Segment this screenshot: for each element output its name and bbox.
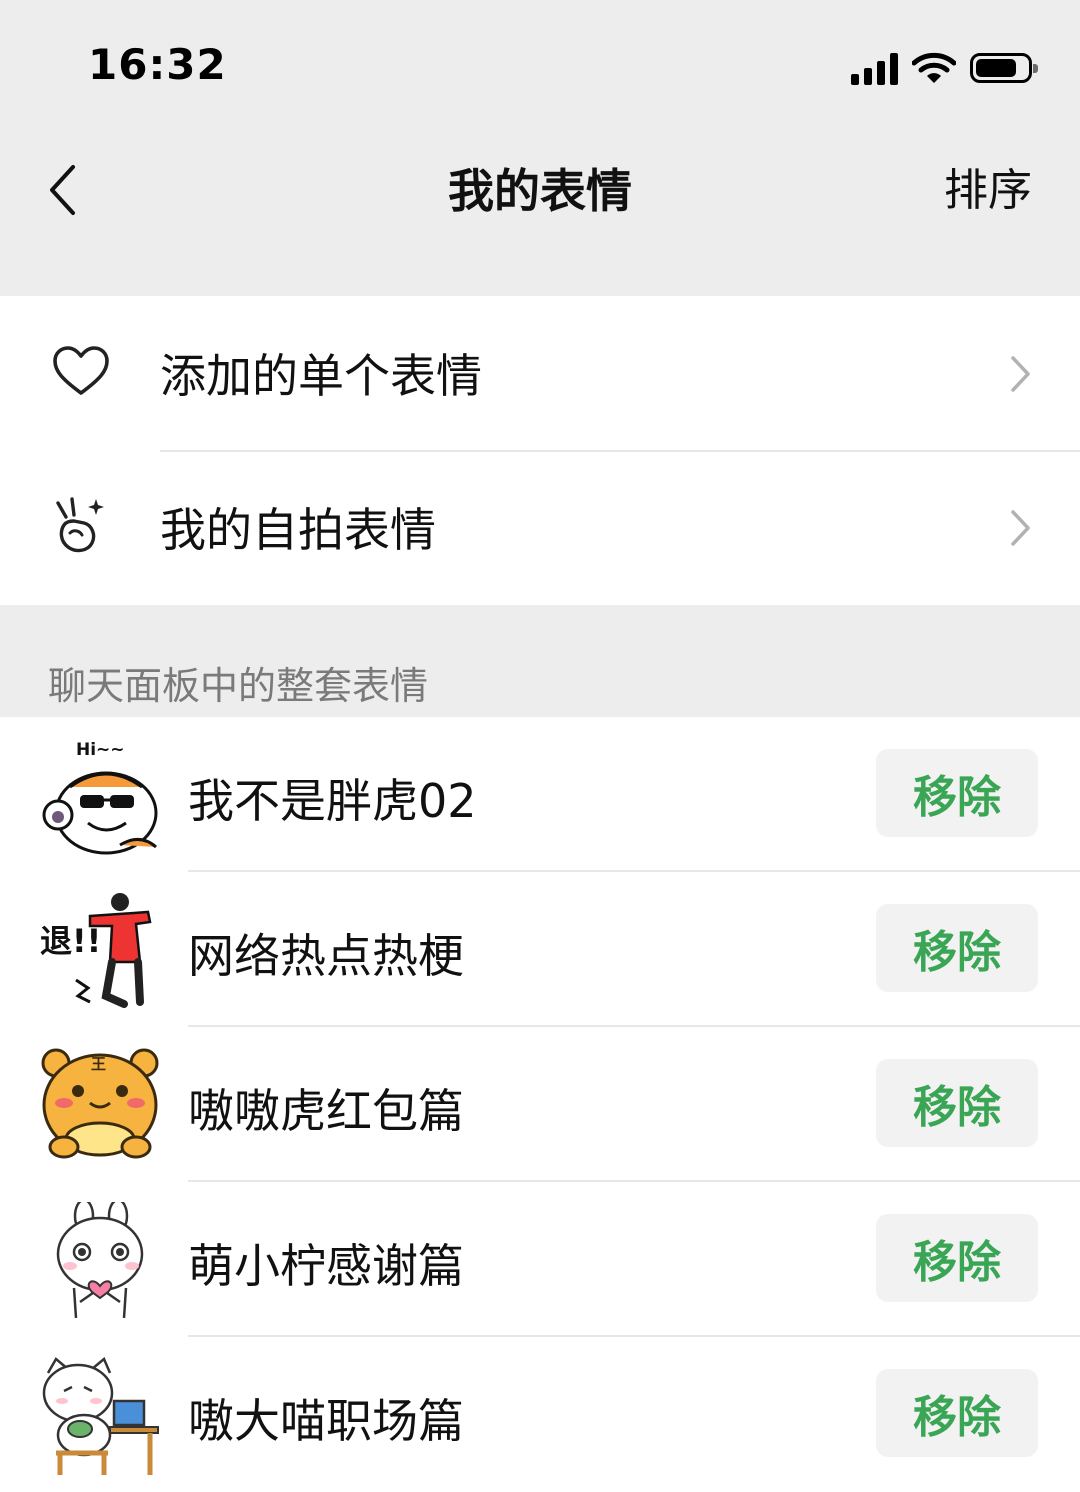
sticker-pack-row[interactable]: 嗷大喵职场篇 移除	[0, 1337, 1080, 1492]
sort-button[interactable]: 排序	[944, 160, 1032, 222]
sticker-pack-row[interactable]: 退!! 网络热点热梗 移除	[0, 872, 1080, 1027]
chevron-right-icon	[1011, 510, 1030, 546]
svg-text:Hi~~: Hi~~	[76, 740, 125, 760]
section-header: 聊天面板中的整套表情	[0, 605, 1080, 717]
battery-icon	[970, 53, 1038, 83]
sticker-pack-row[interactable]: 萌小柠感谢篇 移除	[0, 1182, 1080, 1337]
status-time: 16:32	[88, 40, 227, 89]
status-icons	[851, 48, 1038, 88]
top-bar: 16:32 我的表情 排序	[0, 0, 1080, 296]
remove-button[interactable]: 移除	[876, 904, 1038, 992]
menu-item-selfie-stickers[interactable]: 我的自拍表情	[0, 450, 1080, 604]
sticker-pack-name: 嗷大喵职场篇	[188, 1394, 464, 1448]
menu-item-label: 添加的单个表情	[160, 349, 482, 403]
sticker-pack-row[interactable]: Hi~~ 我不是胖虎02 移除	[0, 717, 1080, 872]
sticker-pack-name: 萌小柠感谢篇	[188, 1239, 464, 1293]
dancing-man-sticker-thumbnail: 退!!	[40, 893, 152, 1008]
sticker-pack-name: 网络热点热梗	[188, 929, 464, 983]
sticker-pack-list: Hi~~ 我不是胖虎02 移除 退!! 网络热点热梗 移除 王 嗷嗷虎红包篇 移…	[0, 717, 1080, 1492]
cellular-signal-icon	[851, 51, 898, 85]
menu-list: 添加的单个表情 我的自拍表情	[0, 296, 1080, 604]
remove-button[interactable]: 移除	[876, 749, 1038, 837]
chevron-right-icon	[1011, 356, 1030, 392]
victory-hand-icon	[56, 497, 104, 553]
section-header-text: 聊天面板中的整套表情	[48, 664, 429, 708]
svg-text:退!!: 退!!	[40, 922, 101, 960]
tiger-sticker-thumbnail: Hi~~	[42, 740, 158, 855]
wifi-icon	[912, 52, 956, 83]
menu-item-single-stickers[interactable]: 添加的单个表情	[0, 296, 1080, 450]
sticker-pack-name: 嗷嗷虎红包篇	[188, 1084, 464, 1138]
remove-button[interactable]: 移除	[876, 1369, 1038, 1457]
bunny-sticker-thumbnail	[56, 1202, 144, 1319]
svg-text:王: 王	[91, 1055, 106, 1073]
menu-item-label: 我的自拍表情	[160, 503, 436, 557]
sticker-pack-row[interactable]: 王 嗷嗷虎红包篇 移除	[0, 1027, 1080, 1182]
heart-icon	[53, 346, 109, 395]
cat-at-desk-sticker-thumbnail	[42, 1357, 159, 1475]
remove-button[interactable]: 移除	[876, 1214, 1038, 1302]
tiger-cub-sticker-thumbnail: 王	[41, 1048, 159, 1159]
sticker-pack-name: 我不是胖虎02	[188, 774, 477, 828]
remove-button[interactable]: 移除	[876, 1059, 1038, 1147]
page-title: 我的表情	[448, 164, 632, 218]
